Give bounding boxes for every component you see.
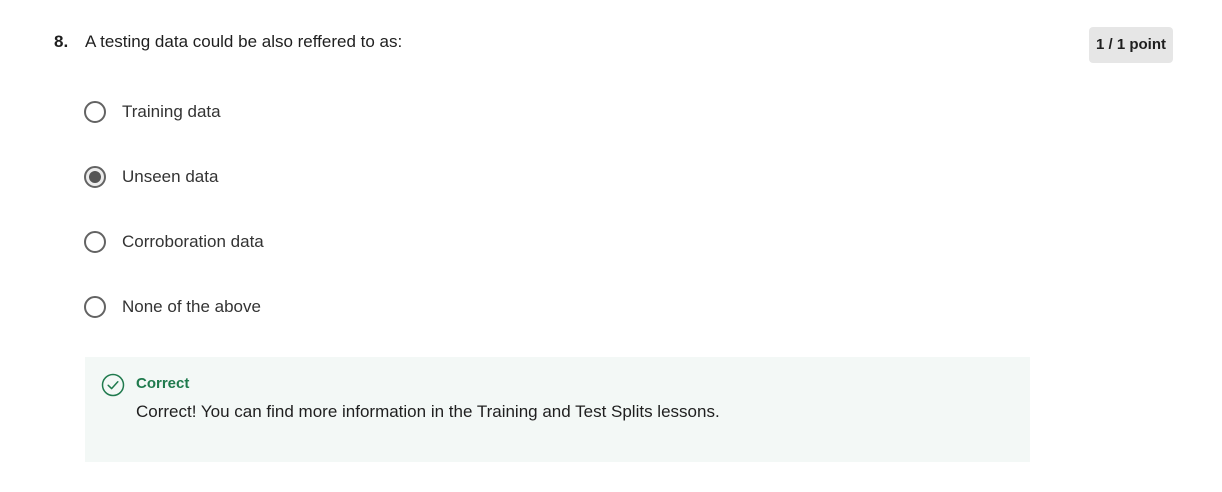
- feedback-status: Correct: [136, 375, 190, 392]
- radio-button[interactable]: [84, 231, 106, 253]
- radio-button-selected[interactable]: [84, 166, 106, 188]
- radio-selected-dot: [89, 171, 101, 183]
- feedback-panel: Correct Correct! You can find more infor…: [85, 357, 1030, 462]
- option-training-data[interactable]: Training data: [84, 99, 221, 125]
- option-label: Corroboration data: [122, 232, 264, 251]
- points-badge: 1 / 1 point: [1089, 27, 1173, 63]
- option-unseen-data[interactable]: Unseen data: [84, 164, 218, 190]
- option-label: None of the above: [122, 297, 261, 316]
- option-label: Unseen data: [122, 167, 219, 186]
- radio-button[interactable]: [84, 101, 106, 123]
- quiz-question: 8. A testing data could be also reffered…: [0, 0, 1222, 492]
- radio-button[interactable]: [84, 296, 106, 318]
- check-circle-icon: [101, 373, 125, 397]
- option-corroboration-data[interactable]: Corroboration data: [84, 229, 264, 255]
- option-none-of-the-above[interactable]: None of the above: [84, 294, 261, 320]
- option-label: Training data: [122, 102, 221, 121]
- feedback-message: Correct! You can find more information i…: [136, 402, 720, 421]
- question-text: A testing data could be also reffered to…: [85, 32, 403, 51]
- question-number: 8.: [54, 32, 69, 51]
